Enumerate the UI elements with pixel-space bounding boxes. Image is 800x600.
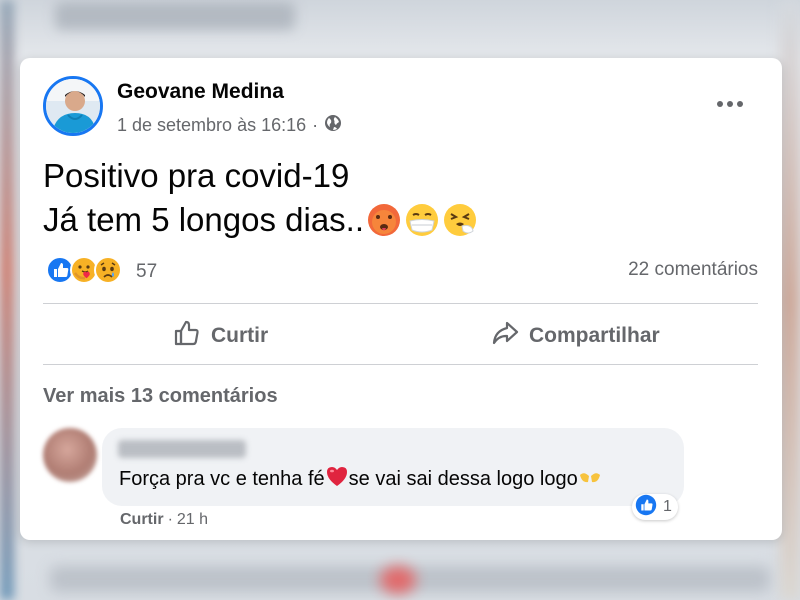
mask-face-emoji: [406, 204, 439, 236]
dot: [737, 101, 743, 107]
meta-separator: ·: [312, 115, 319, 135]
blurred-background-edge: [780, 0, 800, 600]
sneezing-face-emoji: [444, 204, 477, 236]
post-emojis: [366, 202, 478, 238]
view-more-comments-link[interactable]: Ver mais 13 comentários: [43, 385, 278, 408]
profile-photo: [46, 79, 100, 133]
red-heart-emoji: [325, 465, 349, 493]
more-options-button[interactable]: [710, 92, 750, 116]
divider: [43, 364, 758, 365]
hot-face-emoji: [368, 204, 401, 236]
comment-bubble: Força pra vc e tenha fé se vai sai dessa…: [102, 428, 684, 506]
post-text-line-2: Já tem 5 longos dias..: [43, 201, 365, 238]
comment-time[interactable]: 21 h: [177, 511, 208, 529]
author-name[interactable]: Geovane Medina: [117, 80, 284, 104]
post-text: Positivo pra covid-19 Já tem 5 longos di…: [43, 154, 743, 242]
blurred-background-emoji: [380, 566, 416, 594]
sad-icon: [94, 256, 122, 288]
post-meta: 1 de setembro às 16:16 ·: [117, 114, 342, 137]
like-button[interactable]: Curtir: [172, 316, 268, 356]
dot: [727, 101, 733, 107]
post-reactions[interactable]: 57: [46, 256, 157, 288]
post-card: Geovane Medina 1 de setembro às 16:16 · …: [20, 58, 782, 540]
blurred-background-edge: [0, 0, 14, 600]
comment-actions: Curtir · 21 h: [120, 511, 208, 529]
thumbs-up-icon: [172, 318, 202, 354]
open-hands-emoji: [578, 468, 602, 491]
comment-reaction-count: 1: [663, 498, 672, 515]
comment-text-part: Força pra vc e tenha fé: [119, 467, 325, 490]
comment-like-button[interactable]: Curtir: [120, 511, 164, 529]
post-timestamp[interactable]: 1 de setembro às 16:16: [117, 115, 306, 136]
comment-count[interactable]: 22 comentários: [628, 259, 758, 281]
dot: [717, 101, 723, 107]
post-text-line: Positivo pra covid-19: [43, 157, 350, 194]
comment-text-part: se vai sai dessa logo logo: [348, 467, 578, 490]
divider: [43, 303, 758, 304]
reaction-count[interactable]: 57: [136, 261, 157, 283]
comment-reactions[interactable]: 1: [632, 494, 678, 520]
share-button[interactable]: Compartilhar: [490, 316, 660, 356]
comment-text: Força pra vc e tenha fé se vai sai dessa…: [119, 465, 602, 493]
like-button-label: Curtir: [211, 324, 269, 347]
author-avatar[interactable]: [43, 76, 103, 136]
share-arrow-icon: [490, 318, 520, 354]
globe-icon[interactable]: [324, 114, 342, 137]
commenter-avatar[interactable]: [43, 428, 97, 482]
blurred-background-text: [55, 2, 295, 30]
share-button-label: Compartilhar: [529, 324, 660, 347]
like-icon: [635, 494, 657, 521]
comment-actions-separator: ·: [167, 511, 173, 528]
commenter-name-blurred[interactable]: [118, 440, 246, 458]
post-text-line: Já tem 5 longos dias..: [43, 198, 743, 242]
